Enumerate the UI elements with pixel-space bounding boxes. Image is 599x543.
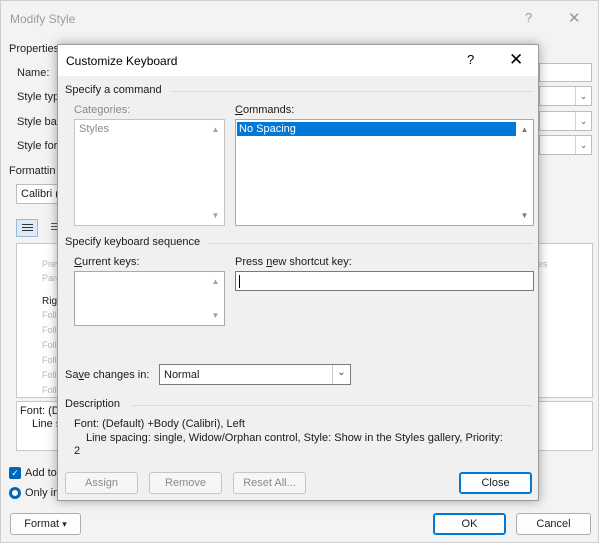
ok-button[interactable]: OK bbox=[433, 513, 506, 535]
font-value: Calibri ( bbox=[21, 188, 59, 200]
chevron-down-icon: ▾ bbox=[62, 519, 67, 529]
list-item[interactable]: Styles bbox=[76, 122, 206, 136]
specify-command-heading: Specify a command bbox=[65, 84, 162, 96]
current-keys-label: Current keys: bbox=[74, 256, 140, 268]
text-caret bbox=[239, 275, 240, 288]
title-bar: Customize Keyboard ? ✕ bbox=[58, 45, 538, 76]
close-icon[interactable]: ✕ bbox=[509, 50, 523, 70]
new-shortcut-input[interactable] bbox=[235, 271, 534, 291]
formatting-label: Formattin bbox=[9, 165, 56, 177]
add-to-gallery-checkbox[interactable]: ✓ bbox=[9, 467, 21, 479]
preview-text: es bbox=[538, 259, 548, 269]
scroll-up-icon[interactable]: ▲ bbox=[208, 122, 223, 137]
save-changes-value: Normal bbox=[164, 369, 200, 381]
specify-sequence-heading: Specify keyboard sequence bbox=[65, 236, 201, 248]
style-based-label: Style bas bbox=[17, 116, 63, 128]
style-based-dropdown[interactable]: ⌄ bbox=[539, 111, 592, 131]
description-line: Line spacing: single, Widow/Orphan contr… bbox=[86, 432, 503, 444]
dialog-title: Customize Keyboard bbox=[66, 54, 178, 68]
customize-keyboard-dialog: Customize Keyboard ? ✕ Specify a command… bbox=[57, 44, 539, 501]
description-line: 2 bbox=[74, 445, 81, 457]
categories-list[interactable]: Styles ▲ ▼ bbox=[74, 119, 225, 226]
align-left-icon bbox=[22, 224, 33, 225]
name-label: Name: bbox=[17, 67, 50, 79]
chevron-down-icon: ⌄ bbox=[575, 87, 591, 105]
chevron-down-icon: ⌄ bbox=[575, 136, 591, 154]
description-text: Font: (D bbox=[20, 405, 60, 417]
help-icon[interactable]: ? bbox=[467, 52, 474, 67]
new-shortcut-label: Press new shortcut key: bbox=[235, 256, 352, 268]
only-in-label: Only in bbox=[25, 487, 60, 499]
only-in-document-radio[interactable] bbox=[9, 487, 21, 499]
current-keys-list[interactable]: ▲ ▼ bbox=[74, 271, 225, 326]
description-heading: Description bbox=[65, 398, 121, 410]
modify-style-title: Modify Style bbox=[10, 12, 76, 26]
style-following-label: Style for bbox=[17, 140, 58, 152]
font-dropdown[interactable]: Calibri ( bbox=[16, 184, 61, 204]
commands-list[interactable]: No Spacing ▲ ▼ bbox=[235, 119, 534, 226]
reset-all-button[interactable]: Reset All... bbox=[233, 472, 306, 494]
style-following-dropdown[interactable]: ⌄ bbox=[539, 135, 592, 155]
group-divider bbox=[209, 243, 533, 244]
add-to-label: Add to bbox=[25, 467, 57, 479]
remove-button[interactable]: Remove bbox=[149, 472, 222, 494]
group-divider bbox=[131, 405, 533, 406]
scroll-up-icon[interactable]: ▲ bbox=[208, 274, 223, 289]
description-line: Font: (Default) +Body (Calibri), Left bbox=[74, 418, 245, 430]
format-button-label: Format bbox=[24, 518, 60, 530]
style-type-label: Style typ bbox=[17, 91, 60, 103]
help-icon[interactable]: ? bbox=[525, 10, 532, 25]
list-item-selected[interactable]: No Spacing bbox=[237, 122, 516, 136]
chevron-down-icon: ⌄ bbox=[575, 112, 591, 130]
scroll-up-icon[interactable]: ▲ bbox=[517, 122, 532, 137]
save-changes-label: Save changes in: bbox=[65, 369, 150, 381]
group-divider bbox=[171, 91, 533, 92]
style-type-dropdown[interactable]: ⌄ bbox=[539, 86, 592, 106]
commands-label: Commands: bbox=[235, 104, 295, 116]
cancel-button[interactable]: Cancel bbox=[516, 513, 591, 535]
close-icon[interactable]: ✕ bbox=[568, 9, 581, 27]
name-field[interactable] bbox=[539, 63, 592, 82]
assign-button[interactable]: Assign bbox=[65, 472, 138, 494]
chevron-down-icon: ⌄ bbox=[332, 365, 350, 384]
save-changes-dropdown[interactable]: Normal ⌄ bbox=[159, 364, 351, 385]
scroll-down-icon[interactable]: ▼ bbox=[517, 208, 532, 223]
scroll-down-icon[interactable]: ▼ bbox=[208, 208, 223, 223]
format-button[interactable]: Format ▾ bbox=[10, 513, 81, 535]
close-button[interactable]: Close bbox=[459, 472, 532, 494]
categories-label: Categories: bbox=[74, 104, 131, 116]
properties-label: Properties bbox=[9, 43, 60, 55]
align-left-button[interactable] bbox=[16, 219, 38, 237]
scroll-down-icon[interactable]: ▼ bbox=[208, 308, 223, 323]
